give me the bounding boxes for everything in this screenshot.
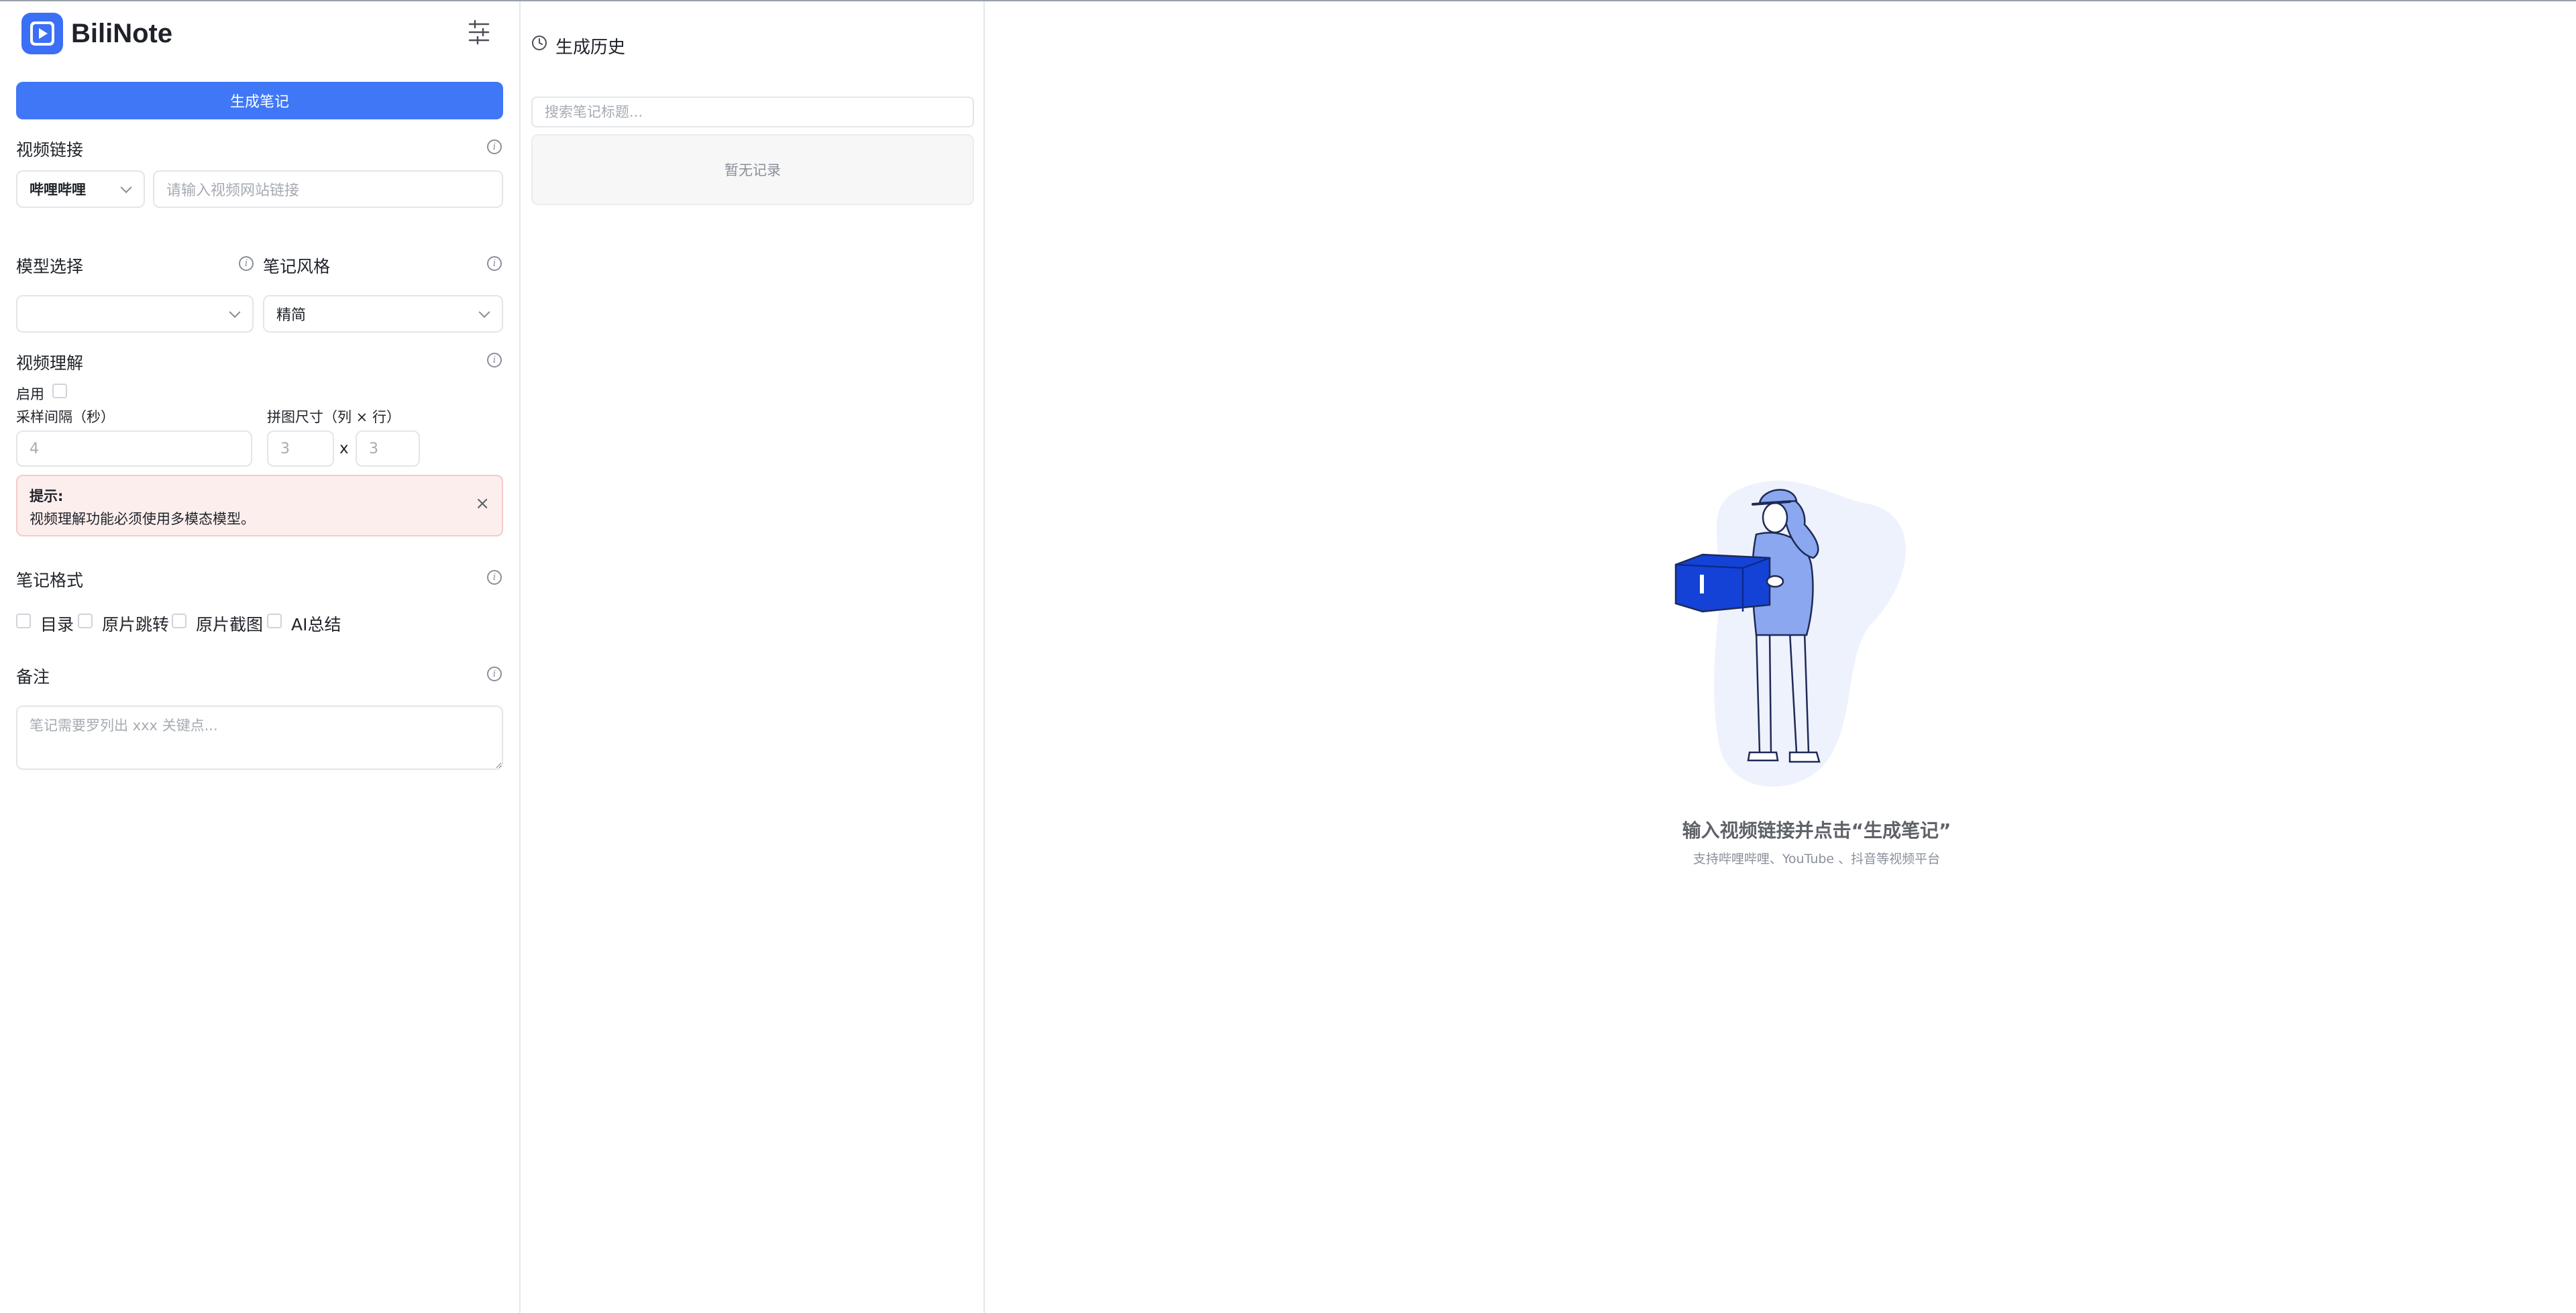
video-link-info-icon[interactable]: i: [487, 139, 502, 154]
app-logo-icon: [21, 13, 63, 54]
video-url-input[interactable]: 请输入视频网站链接: [153, 170, 503, 208]
grid-times-sign: x: [339, 440, 349, 457]
generate-note-button[interactable]: 生成笔记: [16, 82, 503, 119]
empty-state-title: 输入视频链接并点击“生成笔记”: [1682, 819, 1951, 842]
history-empty-card: 暂无记录: [531, 134, 974, 205]
empty-state-illustration: [1674, 480, 1906, 787]
format-jump-checkbox[interactable]: [78, 614, 93, 628]
format-option-toc: 目录: [40, 615, 74, 634]
note-format-label: 笔记格式: [16, 571, 84, 590]
video-link-label: 视频链接: [16, 140, 84, 160]
history-panel: 生成历史 暂无记录: [521, 1, 985, 1313]
format-toc-checkbox[interactable]: [16, 614, 31, 628]
grid-rows-input[interactable]: 3: [356, 431, 420, 467]
chevron-down-icon: [478, 306, 490, 319]
model-select-label: 模型选择: [16, 257, 84, 276]
remark-textarea[interactable]: [16, 705, 503, 770]
grid-size-label: 拼图尺寸（列 × 行）: [267, 409, 400, 425]
format-option-jump: 原片跳转: [102, 615, 170, 634]
interval-input[interactable]: 4: [16, 431, 252, 467]
grid-cols-placeholder: 3: [280, 440, 290, 457]
app-header: BiliNote: [0, 1, 519, 66]
grid-rows-placeholder: 3: [369, 440, 378, 457]
note-form-panel: BiliNote 生成笔记 视频链接 i 哔哩哔哩 请输入视频网站链接 模型选择…: [0, 1, 521, 1313]
tip-text: 视频理解功能必须使用多模态模型。: [30, 511, 255, 527]
grid-cols-input[interactable]: 3: [267, 431, 334, 467]
note-style-value: 精简: [276, 307, 307, 324]
multimodal-tip-alert: 提示: 视频理解功能必须使用多模态模型。 ×: [16, 475, 503, 536]
video-understanding-info-icon[interactable]: i: [487, 353, 502, 367]
chevron-down-icon: [229, 306, 241, 319]
video-understanding-label: 视频理解: [16, 353, 84, 373]
model-select[interactable]: [16, 295, 254, 333]
clock-icon: [532, 36, 547, 50]
remark-info-icon[interactable]: i: [487, 667, 502, 681]
chevron-down-icon: [120, 182, 132, 194]
settings-sliders-icon[interactable]: [466, 19, 492, 46]
platform-select-value: 哔哩哔哩: [30, 182, 86, 198]
enable-label: 启用: [16, 386, 44, 402]
close-icon[interactable]: ×: [475, 494, 490, 514]
note-format-info-icon[interactable]: i: [487, 570, 502, 585]
note-style-info-icon[interactable]: i: [487, 256, 502, 271]
format-ai-summary-checkbox[interactable]: [267, 614, 282, 628]
note-style-label: 笔记风格: [263, 257, 331, 276]
note-content-area: 输入视频链接并点击“生成笔记” 支持哔哩哔哩、YouTube 、抖音等视频平台: [985, 1, 2576, 1313]
tip-title: 提示:: [30, 488, 64, 504]
platform-select[interactable]: 哔哩哔哩: [16, 170, 145, 208]
format-option-screenshot: 原片截图: [196, 615, 264, 634]
interval-label: 采样间隔（秒）: [16, 409, 115, 425]
format-screenshot-checkbox[interactable]: [172, 614, 186, 628]
enable-video-understanding-checkbox[interactable]: [52, 384, 67, 398]
empty-state-subtitle: 支持哔哩哔哩、YouTube 、抖音等视频平台: [1693, 852, 1941, 866]
app-title: BiliNote: [71, 18, 173, 48]
model-info-icon[interactable]: i: [239, 256, 254, 271]
format-option-ai-summary: AI总结: [291, 615, 341, 634]
interval-placeholder: 4: [30, 440, 39, 457]
remark-label: 备注: [16, 667, 50, 687]
video-url-placeholder: 请输入视频网站链接: [166, 182, 300, 199]
history-title: 生成历史: [555, 38, 626, 58]
history-search-input[interactable]: [531, 97, 974, 127]
history-empty-text: 暂无记录: [724, 162, 781, 178]
note-style-select[interactable]: 精简: [263, 295, 503, 333]
